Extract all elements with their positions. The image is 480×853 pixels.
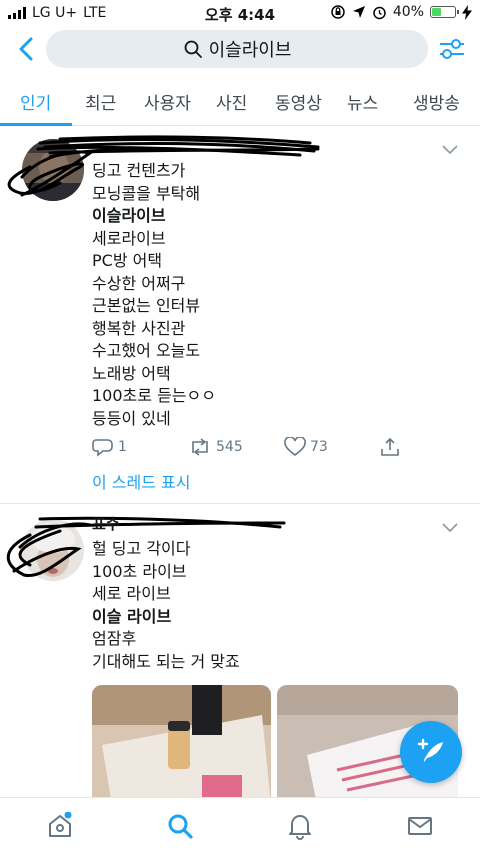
search-tabs: 인기 최근 사용자 사진 동영상 뉴스 생방송 [0,78,480,126]
share-icon [381,437,399,456]
search-input[interactable]: 이슬라이브 [46,30,428,68]
location-arrow-icon [352,6,365,18]
reply-button[interactable]: 1 [92,437,127,457]
tweet-line: 등등이 있네 [92,408,171,428]
chevron-down-icon[interactable] [442,145,458,155]
tweet-line: 근본없는 인터뷰 [92,296,201,315]
tweet-line: 수상한 어쩌구 [92,273,186,293]
media-photo-1 [92,685,271,805]
tab-live[interactable]: 생방송 [413,89,460,114]
tab-videos[interactable]: 동영상 [275,89,322,114]
alarm-clock-icon [373,6,386,19]
tweet-line: 세로라이브 [92,228,166,248]
tweet-line: 행복한 사진관 [92,318,186,338]
tweet-text: 딩고 컨텐츠가 모닝콜을 부탁해 이슬라이브 세로라이브 PC방 어택 수상한 … [92,160,216,430]
tweet-line: 기대해도 되는 거 맞죠 [92,651,240,671]
like-button[interactable]: 73 [284,437,328,457]
show-thread-link[interactable]: 이 스레드 표시 [92,469,191,493]
retweet-button[interactable]: 545 [188,437,243,457]
status-bar: LG U+ LTE 오후 4:44 40% [0,0,480,26]
tab-news[interactable]: 뉴스 [347,89,378,114]
tweet-media-photo[interactable] [92,685,271,805]
tweet-line: 100초 라이브 [92,561,187,581]
reply-icon [92,439,113,457]
tweet-text: 헐 딩고 각이다 100초 라이브 세로 라이브 이슬 라이브 엄잠후 기대해도… [92,538,240,673]
tweet-line: 100초로 듣는ㅇㅇ [92,386,216,405]
tweet-line: 모닝콜을 부탁해 [92,183,201,203]
compose-feather-icon [417,738,443,762]
orientation-lock-icon [331,5,345,19]
heart-icon [284,437,306,457]
tweet-line: PC방 어택 [92,251,163,270]
back-arrow-icon[interactable] [14,34,40,64]
notifications-bell-icon[interactable] [286,812,314,840]
chevron-down-icon[interactable] [442,523,458,533]
share-button[interactable] [380,437,400,457]
retweet-count: 545 [216,439,243,455]
tweet-line-highlight: 이슬라이브 [92,206,166,225]
tweet-author-partial: 표수 [92,515,120,533]
home-icon[interactable] [46,812,74,840]
tab-top[interactable]: 인기 [20,89,51,114]
tab-latest[interactable]: 최근 [85,89,116,114]
search-icon[interactable] [166,812,194,840]
tab-people[interactable]: 사용자 [144,89,191,114]
search-header: 이슬라이브 [0,26,480,72]
charging-bolt-icon [462,4,472,20]
messages-mail-icon[interactable] [406,812,434,840]
tweet-line: 엄잠후 [92,629,137,648]
status-right: 40% [330,4,472,20]
tweet-card[interactable]: 딩고 컨텐츠가 모닝콜을 부탁해 이슬라이브 세로라이브 PC방 어택 수상한 … [0,127,480,504]
like-count: 73 [310,439,328,455]
tweet-line: 노래방 어택 [92,363,171,383]
tweet-line: 수고했어 오늘도 [92,341,201,360]
tweet-line-highlight: 이슬 라이브 [92,606,172,626]
compose-tweet-button[interactable] [400,721,462,783]
tab-photos[interactable]: 사진 [216,89,247,114]
tweet-line: 세로 라이브 [92,584,171,603]
search-query: 이슬라이브 [208,40,292,61]
reply-count: 1 [118,439,127,455]
battery-icon [430,6,459,18]
battery-fill [432,8,441,16]
active-tab-indicator [0,123,72,126]
retweet-icon [192,438,208,456]
tweet-actions: 1 545 73 [92,437,412,461]
battery-percent: 40% [392,4,424,20]
tweet-line: 딩고 컨텐츠가 [92,161,186,180]
bottom-nav [0,797,480,853]
filter-sliders-icon[interactable] [438,34,466,64]
search-icon [184,40,202,58]
tweet-line: 헐 딩고 각이다 [92,539,191,558]
